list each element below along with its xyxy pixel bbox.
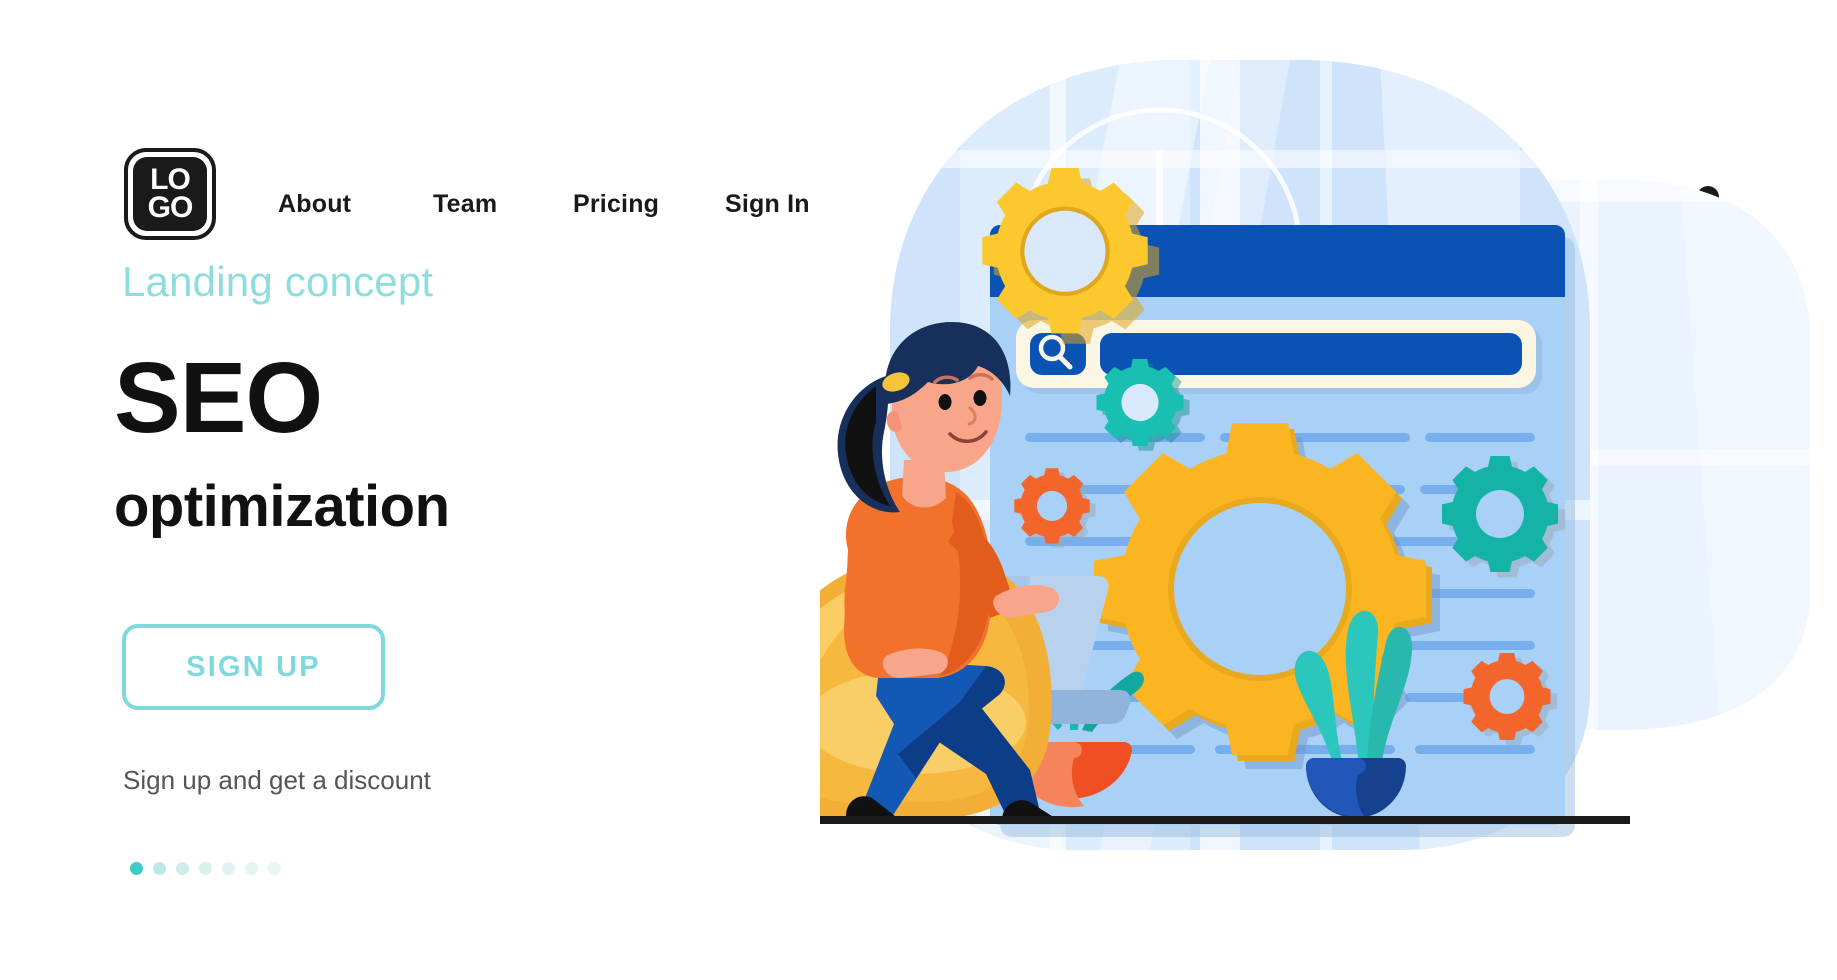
nav-item-sign-in[interactable]: Sign In	[725, 190, 810, 219]
logo[interactable]: LO GO	[124, 148, 216, 240]
pagination-dot-6[interactable]	[245, 862, 258, 875]
page-title: SEO	[114, 342, 323, 454]
search-bar[interactable]	[1016, 320, 1542, 394]
carousel-pagination[interactable]	[130, 862, 281, 875]
main-nav: About Team Pricing Sign In	[278, 190, 810, 219]
ground-line	[820, 816, 1630, 824]
logo-line-2: GO	[147, 191, 194, 224]
hero-subnote: Sign up and get a discount	[123, 765, 431, 795]
hero-illustration	[820, 30, 1837, 980]
seo-illustration-svg	[820, 60, 1810, 850]
nav-item-about[interactable]: About	[278, 190, 433, 219]
pagination-dot-1[interactable]	[130, 862, 143, 875]
pagination-dot-3[interactable]	[176, 862, 189, 875]
pagination-dot-2[interactable]	[153, 862, 166, 875]
hero-eyebrow: Landing concept	[122, 258, 434, 305]
pagination-dot-5[interactable]	[222, 862, 235, 875]
sign-up-button[interactable]: SIGN UP	[122, 624, 385, 710]
logo-line-1: LO	[150, 162, 191, 196]
pagination-dot-4[interactable]	[199, 862, 212, 875]
pagination-dot-7[interactable]	[268, 862, 281, 875]
sign-up-button-label: SIGN UP	[186, 650, 321, 683]
page-subtitle: optimization	[114, 474, 450, 539]
landing-page: LO GO About Team Pricing Sign In Landing…	[0, 0, 1837, 980]
nav-item-team[interactable]: Team	[433, 190, 573, 219]
nav-item-pricing[interactable]: Pricing	[573, 190, 725, 219]
logo-badge: LO GO	[133, 157, 207, 231]
